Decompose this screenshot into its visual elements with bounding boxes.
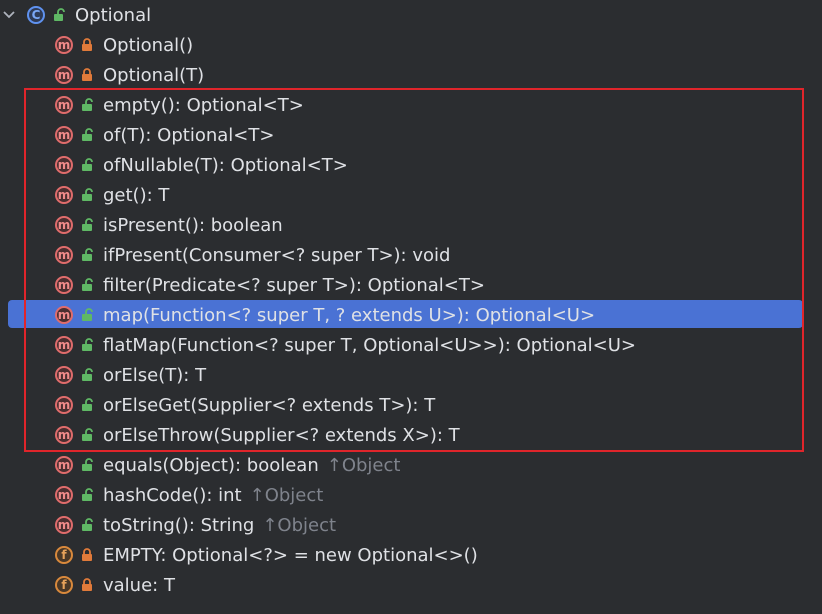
method-row[interactable]: m orElse(T): T bbox=[0, 360, 822, 390]
inherited-from-label: ↑Object bbox=[262, 514, 337, 536]
method-label: orElseGet(Supplier<? extends T>): T bbox=[103, 394, 436, 416]
method-label: ifPresent(Consumer<? super T>): void bbox=[103, 244, 451, 266]
method-icon: m bbox=[55, 186, 73, 204]
inherited-from-label: ↑Object bbox=[249, 484, 324, 506]
method-row[interactable]: m orElseThrow(Supplier<? extends X>): T bbox=[0, 420, 822, 450]
class-icon: C bbox=[27, 6, 45, 24]
public-lock-icon bbox=[82, 398, 93, 411]
public-lock-icon bbox=[82, 428, 93, 441]
method-label: toString(): String bbox=[103, 514, 255, 536]
public-lock-icon bbox=[82, 308, 93, 321]
field-icon: f bbox=[55, 546, 73, 564]
field-label: EMPTY: Optional<?> = new Optional<>() bbox=[103, 544, 478, 566]
method-icon: m bbox=[55, 486, 73, 504]
inherited-from-label: ↑Object bbox=[326, 454, 401, 476]
method-row[interactable]: m orElseGet(Supplier<? extends T>): T bbox=[0, 390, 822, 420]
method-icon: m bbox=[55, 246, 73, 264]
method-icon: m bbox=[55, 66, 73, 84]
method-icon: m bbox=[55, 306, 73, 324]
method-row[interactable]: m hashCode(): int ↑Object bbox=[0, 480, 822, 510]
method-label: flatMap(Function<? super T, Optional<U>>… bbox=[103, 334, 636, 356]
class-node-row[interactable]: C Optional bbox=[0, 0, 822, 30]
method-icon: m bbox=[55, 276, 73, 294]
method-label: map(Function<? super T, ? extends U>): O… bbox=[103, 304, 596, 326]
method-row[interactable]: m empty(): Optional<T> bbox=[0, 90, 822, 120]
method-row[interactable]: m flatMap(Function<? super T, Optional<U>… bbox=[0, 330, 822, 360]
private-lock-icon bbox=[82, 578, 92, 591]
class-name: Optional bbox=[75, 4, 152, 26]
method-icon: m bbox=[55, 96, 73, 114]
private-lock-icon bbox=[82, 38, 92, 51]
public-lock-icon bbox=[54, 8, 65, 21]
method-row[interactable]: m get(): T bbox=[0, 180, 822, 210]
public-lock-icon bbox=[82, 338, 93, 351]
method-row[interactable]: m Optional() bbox=[0, 30, 822, 60]
field-icon: f bbox=[55, 576, 73, 594]
public-lock-icon bbox=[82, 488, 93, 501]
method-label: Optional() bbox=[103, 34, 194, 56]
method-label: equals(Object): boolean bbox=[103, 454, 319, 476]
public-lock-icon bbox=[82, 188, 93, 201]
public-lock-icon bbox=[82, 218, 93, 231]
method-row[interactable]: m map(Function<? super T, ? extends U>): … bbox=[0, 300, 822, 330]
method-row[interactable]: m isPresent(): boolean bbox=[0, 210, 822, 240]
method-label: Optional(T) bbox=[103, 64, 205, 86]
public-lock-icon bbox=[82, 158, 93, 171]
method-label: isPresent(): boolean bbox=[103, 214, 283, 236]
field-row[interactable]: f EMPTY: Optional<?> = new Optional<>() bbox=[0, 540, 822, 570]
public-lock-icon bbox=[82, 128, 93, 141]
method-row[interactable]: m filter(Predicate<? super T>): Optional<… bbox=[0, 270, 822, 300]
method-icon: m bbox=[55, 396, 73, 414]
private-lock-icon bbox=[82, 548, 92, 561]
method-icon: m bbox=[55, 366, 73, 384]
public-lock-icon bbox=[82, 98, 93, 111]
method-icon: m bbox=[55, 216, 73, 234]
method-icon: m bbox=[55, 336, 73, 354]
method-row[interactable]: m equals(Object): boolean ↑Object bbox=[0, 450, 822, 480]
method-label: orElseThrow(Supplier<? extends X>): T bbox=[103, 424, 460, 446]
method-label: get(): T bbox=[103, 184, 170, 206]
method-label: orElse(T): T bbox=[103, 364, 207, 386]
method-row[interactable]: m ifPresent(Consumer<? super T>): void bbox=[0, 240, 822, 270]
public-lock-icon bbox=[82, 248, 93, 261]
method-icon: m bbox=[55, 426, 73, 444]
private-lock-icon bbox=[82, 68, 92, 81]
chevron-down-icon[interactable] bbox=[2, 8, 16, 22]
field-row[interactable]: f value: T bbox=[0, 570, 822, 600]
field-label: value: T bbox=[103, 574, 175, 596]
method-label: filter(Predicate<? super T>): Optional<T… bbox=[103, 274, 485, 296]
method-icon: m bbox=[55, 36, 73, 54]
method-row[interactable]: m toString(): String ↑Object bbox=[0, 510, 822, 540]
method-row[interactable]: m Optional(T) bbox=[0, 60, 822, 90]
method-icon: m bbox=[55, 456, 73, 474]
public-lock-icon bbox=[82, 278, 93, 291]
method-row[interactable]: m of(T): Optional<T> bbox=[0, 120, 822, 150]
public-lock-icon bbox=[82, 458, 93, 471]
structure-tree: C Optional m Optional() m Optional(T) m empty… bbox=[0, 0, 822, 614]
method-icon: m bbox=[55, 516, 73, 534]
method-icon: m bbox=[55, 156, 73, 174]
method-label: empty(): Optional<T> bbox=[103, 94, 304, 116]
method-label: of(T): Optional<T> bbox=[103, 124, 275, 146]
public-lock-icon bbox=[82, 368, 93, 381]
method-label: ofNullable(T): Optional<T> bbox=[103, 154, 348, 176]
method-label: hashCode(): int bbox=[103, 484, 242, 506]
method-row[interactable]: m ofNullable(T): Optional<T> bbox=[0, 150, 822, 180]
method-icon: m bbox=[55, 126, 73, 144]
public-lock-icon bbox=[82, 518, 93, 531]
